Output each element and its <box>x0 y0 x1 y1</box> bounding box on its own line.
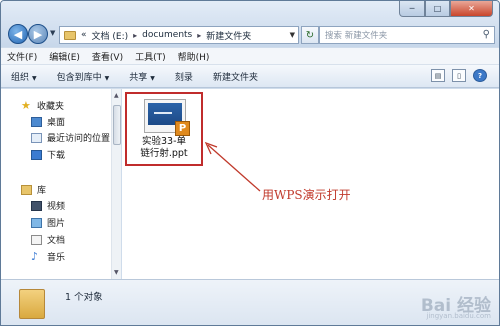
file-list-pane[interactable]: P 实验33-单 链行射.ppt 用WPS演示打开 <box>122 89 499 279</box>
scroll-down-icon[interactable]: ▼ <box>114 269 119 276</box>
recent-pages-dropdown[interactable]: ▼ <box>50 29 55 37</box>
sidebar-item-label: 图片 <box>47 219 66 229</box>
search-input[interactable]: 搜索 新建文件夹 ⚲ <box>319 26 495 44</box>
pictures-icon <box>31 217 42 228</box>
arrow-left-icon: ◀ <box>13 27 23 41</box>
forward-button[interactable]: ▶ <box>28 24 48 44</box>
chevron-right-icon[interactable]: ▸ <box>197 31 201 40</box>
title-bar: ─ □ ✕ ◀ ▶ ▼ « 文档 (E:) ▸ documents ▸ 新建文件… <box>1 1 499 47</box>
refresh-button[interactable]: ↻ <box>301 26 319 44</box>
minimize-button[interactable]: ─ <box>399 1 425 17</box>
menu-bar: 文件(F) 编辑(E) 查看(V) 工具(T) 帮助(H) <box>1 48 499 65</box>
sidebar-item-label: 文档 <box>47 236 66 246</box>
menu-view[interactable]: 查看(V) <box>92 50 123 63</box>
sidebar-item-label: 音乐 <box>47 253 66 263</box>
chevron-down-icon: ▼ <box>32 74 37 82</box>
chevron-down-icon: ▼ <box>150 74 155 82</box>
chevron-right-icon[interactable]: ▸ <box>133 31 137 40</box>
organize-label: 组织 <box>11 72 30 83</box>
organize-button[interactable]: 组织 ▼ <box>11 70 37 83</box>
include-in-library-label: 包含到库中 <box>56 72 102 83</box>
sidebar-item-label: 视频 <box>47 202 66 212</box>
folder-icon <box>64 30 76 40</box>
menu-file[interactable]: 文件(F) <box>7 50 37 63</box>
navigation-pane: ★ 收藏夹 桌面 最近访问的位置 下载 库 视频 图片 文档 ♪ 音乐 <box>1 89 111 279</box>
desktop-icon <box>31 116 42 127</box>
star-icon: ★ <box>21 98 31 112</box>
share-label: 共享 <box>129 72 148 83</box>
menu-tools[interactable]: 工具(T) <box>135 50 166 63</box>
details-pane: 1 个对象 Bai 经验 jingyan.baidu.com <box>1 279 499 325</box>
folder-icon <box>19 289 45 319</box>
maximize-button[interactable]: □ <box>425 1 450 17</box>
scroll-up-icon[interactable]: ▲ <box>114 92 119 99</box>
item-count: 1 个对象 <box>65 292 103 303</box>
sidebar-favorites-label: 收藏夹 <box>37 102 65 112</box>
navigation-scrollbar[interactable]: ▲ ▼ <box>111 89 121 279</box>
address-overflow[interactable]: « <box>81 30 87 40</box>
refresh-icon: ↻ <box>305 29 315 41</box>
new-folder-button[interactable]: 新建文件夹 <box>213 70 258 83</box>
sidebar-item-videos[interactable]: 视频 <box>31 199 65 212</box>
sidebar-item-label: 最近访问的位置 <box>47 134 111 144</box>
command-bar: 组织 ▼ 包含到库中 ▼ 共享 ▼ 刻录 新建文件夹 ▤ ▯ ? <box>1 65 499 88</box>
music-icon: ♪ <box>31 249 39 263</box>
view-controls: ▤ ▯ ? <box>431 69 487 82</box>
sidebar-item-desktop[interactable]: 桌面 <box>31 115 65 128</box>
close-button[interactable]: ✕ <box>450 1 493 17</box>
downloads-icon <box>31 149 42 160</box>
annotation-arrow <box>204 141 261 192</box>
menu-help[interactable]: 帮助(H) <box>178 50 210 63</box>
documents-icon <box>31 234 42 245</box>
breadcrumb-item[interactable]: 新建文件夹 <box>206 29 251 42</box>
address-bar[interactable]: « 文档 (E:) ▸ documents ▸ 新建文件夹 ▼ <box>59 26 299 44</box>
sidebar-item-documents[interactable]: 文档 <box>31 233 65 246</box>
annotation-text: 用WPS演示打开 <box>262 188 351 202</box>
sidebar-libraries[interactable]: 库 <box>21 183 46 196</box>
sidebar-favorites[interactable]: ★ 收藏夹 <box>21 98 65 113</box>
breadcrumb-item[interactable]: documents <box>142 30 192 40</box>
help-icon[interactable]: ? <box>473 69 487 82</box>
chevron-down-icon[interactable]: ▼ <box>290 31 295 39</box>
search-icon[interactable]: ⚲ <box>483 29 490 40</box>
menu-edit[interactable]: 编辑(E) <box>49 50 80 63</box>
sidebar-libraries-label: 库 <box>37 186 47 196</box>
sidebar-item-label: 桌面 <box>47 118 66 128</box>
recent-places-icon <box>31 132 42 143</box>
watermark-url: jingyan.baidu.com <box>426 312 491 320</box>
explorer-window: ─ □ ✕ ◀ ▶ ▼ « 文档 (E:) ▸ documents ▸ 新建文件… <box>0 0 500 326</box>
sidebar-item-music[interactable]: ♪ 音乐 <box>31 249 66 264</box>
preview-pane-icon[interactable]: ▯ <box>452 69 466 82</box>
breadcrumb-item[interactable]: 文档 (E:) <box>92 29 129 42</box>
back-button[interactable]: ◀ <box>8 24 28 44</box>
sidebar-item-pictures[interactable]: 图片 <box>31 216 65 229</box>
window-controls: ─ □ ✕ <box>399 1 493 17</box>
arrow-right-icon: ▶ <box>33 27 43 41</box>
view-options-icon[interactable]: ▤ <box>431 69 445 82</box>
video-icon <box>31 200 42 211</box>
sidebar-item-label: 下载 <box>47 151 66 161</box>
include-in-library-button[interactable]: 包含到库中 ▼ <box>57 70 110 83</box>
burn-button[interactable]: 刻录 <box>175 70 193 83</box>
chevron-down-icon: ▼ <box>104 74 110 82</box>
library-icon <box>21 184 32 195</box>
sidebar-item-downloads[interactable]: 下载 <box>31 148 65 161</box>
scroll-thumb[interactable] <box>113 105 121 145</box>
sidebar-item-recent[interactable]: 最近访问的位置 <box>31 131 110 144</box>
share-button[interactable]: 共享 ▼ <box>129 70 155 83</box>
search-placeholder: 搜索 新建文件夹 <box>325 31 388 41</box>
